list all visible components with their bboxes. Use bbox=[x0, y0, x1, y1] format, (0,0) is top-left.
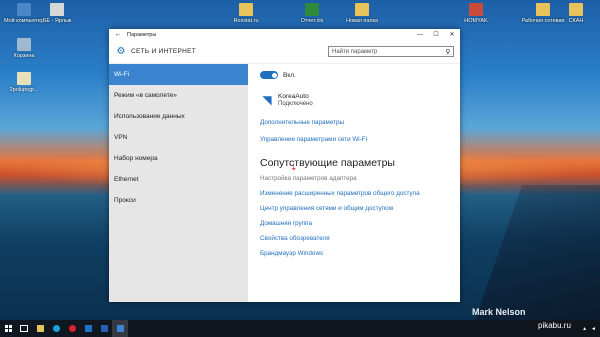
skype-icon bbox=[52, 325, 60, 332]
desktop-icon-excel[interactable]: Отчет.xls bbox=[288, 3, 336, 25]
volume-icon[interactable]: ◄ bbox=[591, 326, 596, 332]
taskbar-opera[interactable] bbox=[64, 320, 80, 337]
sidebar-item-vpn[interactable]: VPN bbox=[109, 127, 248, 148]
desktop-icon-label: Rosstat.ru bbox=[233, 18, 259, 24]
sharing-options-link[interactable]: Изменение расширенных параметров общего … bbox=[260, 188, 448, 199]
folder-icon bbox=[239, 3, 253, 16]
back-arrow-icon[interactable]: ← bbox=[109, 31, 127, 38]
document-icon bbox=[17, 72, 31, 85]
network-item[interactable]: ◥ KoreaAuto Подключено bbox=[260, 91, 448, 109]
desktop-icon-label: СКАН bbox=[568, 18, 584, 24]
folder-icon bbox=[355, 3, 369, 16]
opera-icon bbox=[68, 325, 76, 332]
taskbar-word[interactable] bbox=[96, 320, 112, 337]
shortcut-icon bbox=[50, 3, 64, 16]
wifi-signal-icon: ◥ bbox=[262, 93, 272, 107]
mouse-cursor-icon: ⇣ bbox=[290, 162, 298, 172]
site-watermark: pikabu.ru bbox=[538, 321, 571, 330]
wifi-toggle-row: Вкл. bbox=[260, 69, 448, 81]
network-icon[interactable]: ▲ bbox=[582, 326, 587, 332]
search-placeholder: Найти параметр bbox=[332, 48, 378, 55]
desktop-icon-folder-1[interactable]: Rosstat.ru bbox=[222, 3, 270, 25]
desktop-icon-se-shortcut[interactable]: SE - Ярлык bbox=[33, 3, 81, 25]
related-settings-title: Сопутствующие параметры bbox=[260, 157, 395, 169]
sidebar-item-data-usage[interactable]: Использование данных bbox=[109, 106, 248, 127]
adapter-settings-link[interactable]: Настройка параметров адаптера bbox=[260, 173, 448, 184]
windows-logo-icon bbox=[4, 325, 12, 332]
sidebar-item-dial-up[interactable]: Набор номера bbox=[109, 148, 248, 169]
taskbar-settings[interactable] bbox=[112, 320, 128, 337]
wallpaper-signature: Mark Nelson bbox=[472, 307, 526, 317]
wifi-toggle[interactable] bbox=[260, 71, 278, 79]
task-view-button[interactable] bbox=[16, 320, 32, 337]
internet-options-link[interactable]: Свойства обозревателя bbox=[260, 233, 448, 244]
task-view-icon bbox=[20, 325, 28, 332]
minimize-button[interactable]: — bbox=[412, 32, 428, 38]
page-title: СЕТЬ И ИНТЕРНЕТ bbox=[131, 48, 197, 55]
desktop-icon-document[interactable]: 2polupogr... bbox=[0, 72, 48, 94]
sidebar-item-wifi[interactable]: Wi-Fi bbox=[109, 64, 248, 85]
folder-icon bbox=[36, 325, 44, 332]
sidebar-item-ethernet[interactable]: Ethernet bbox=[109, 169, 248, 190]
desktop-icon-label: 2polupogr... bbox=[9, 87, 39, 93]
sidebar: Wi-Fi Режим «в самолете» Использование д… bbox=[109, 64, 248, 302]
network-name: KoreaAuto bbox=[278, 92, 309, 100]
manage-wifi-settings-link[interactable]: Управление параметрами сети Wi-Fi bbox=[260, 134, 448, 145]
search-input[interactable]: Найти параметр ⚲ bbox=[328, 46, 454, 57]
desktop-icon-recycle-bin[interactable]: Корзина bbox=[0, 38, 48, 60]
maximize-button[interactable]: ☐ bbox=[428, 31, 444, 38]
system-tray: ▲ ◄ bbox=[582, 326, 600, 332]
network-status: Подключено bbox=[278, 100, 313, 107]
advanced-options-link[interactable]: Дополнительные параметры bbox=[260, 117, 448, 128]
word-icon bbox=[100, 325, 108, 332]
desktop-icon-folder-2[interactable]: Новая папка bbox=[338, 3, 386, 25]
excel-icon bbox=[305, 3, 319, 16]
desktop-icon-label: Отчет.xls bbox=[300, 18, 324, 24]
computer-icon bbox=[17, 3, 31, 16]
sidebar-item-airplane-mode[interactable]: Режим «в самолете» bbox=[109, 85, 248, 106]
wifi-toggle-label: Вкл. bbox=[283, 71, 296, 79]
start-button[interactable] bbox=[0, 320, 16, 337]
wifi-content: Вкл. ◥ KoreaAuto Подключено Дополнительн… bbox=[248, 64, 460, 302]
desktop-icon-homyak[interactable]: HOMYAK bbox=[452, 3, 500, 25]
settings-header: ⚙ СЕТЬ И ИНТЕРНЕТ Найти параметр ⚲ bbox=[109, 40, 460, 64]
gear-icon: ⚙ bbox=[116, 46, 126, 57]
desktop-icon-label: SE - Ярлык bbox=[42, 18, 72, 24]
folder-icon bbox=[569, 3, 583, 16]
taskbar-skype[interactable] bbox=[48, 320, 64, 337]
desktop-icon-label: HOMYAK bbox=[464, 18, 488, 24]
taskbar-explorer[interactable] bbox=[32, 320, 48, 337]
windows-firewall-link[interactable]: Брандмауэр Windows bbox=[260, 248, 448, 259]
recycle-bin-icon bbox=[17, 38, 31, 51]
window-title: Параметры bbox=[127, 31, 157, 38]
folder-icon bbox=[536, 3, 550, 16]
outlook-icon bbox=[84, 325, 92, 332]
close-button[interactable]: ✕ bbox=[444, 31, 460, 38]
desktop-icon-label: Новая папка bbox=[345, 18, 379, 24]
app-icon bbox=[469, 3, 483, 16]
taskbar-outlook[interactable] bbox=[80, 320, 96, 337]
search-icon[interactable]: ⚲ bbox=[443, 48, 453, 56]
sidebar-item-proxy[interactable]: Прокси bbox=[109, 190, 248, 211]
desktop-icon-scan[interactable]: СКАН bbox=[552, 3, 600, 25]
settings-icon bbox=[116, 325, 124, 332]
taskbar: ▲ ◄ bbox=[0, 320, 600, 337]
homegroup-link[interactable]: Домашняя группа bbox=[260, 218, 448, 229]
title-bar: ← Параметры — ☐ ✕ bbox=[109, 29, 460, 40]
network-center-link[interactable]: Центр управления сетями и общим доступом bbox=[260, 203, 448, 214]
settings-window: ← Параметры — ☐ ✕ ⚙ СЕТЬ И ИНТЕРНЕТ Найт… bbox=[109, 29, 460, 302]
desktop-icon-label: Корзина bbox=[13, 53, 35, 59]
